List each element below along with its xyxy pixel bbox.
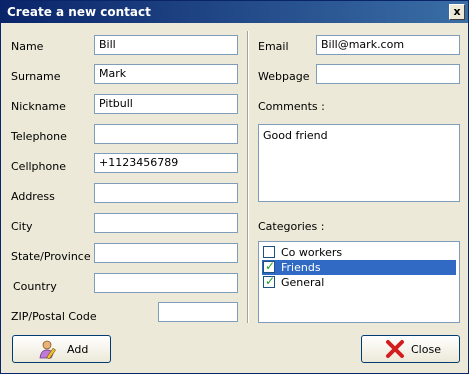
city-field[interactable] <box>94 213 238 233</box>
name-label: Name <box>11 40 44 53</box>
state-field[interactable] <box>94 243 238 263</box>
category-label: Friends <box>281 261 321 274</box>
checkmark-icon: ✓ <box>265 259 276 273</box>
comments-textarea[interactable]: Good friend <box>258 124 460 202</box>
surname-label: Surname <box>11 70 61 83</box>
cellphone-label: Cellphone <box>11 160 66 173</box>
surname-field[interactable]: Mark <box>94 64 238 84</box>
categories-listbox[interactable]: Co workers ✓ Friends ✓ General <box>258 241 460 323</box>
category-item[interactable]: ✓ Friends <box>262 259 456 275</box>
nickname-field[interactable]: Pitbull <box>94 94 238 114</box>
red-x-icon <box>386 340 404 358</box>
telephone-field[interactable] <box>94 124 238 144</box>
category-item[interactable]: Co workers <box>262 245 456 260</box>
zip-field[interactable] <box>158 302 238 322</box>
column-divider <box>247 31 249 323</box>
categories-label: Categories : <box>258 220 325 233</box>
category-item[interactable]: ✓ General <box>262 274 456 290</box>
title-bar: Create a new contact x <box>1 1 468 23</box>
state-label: State/Province <box>11 250 91 263</box>
category-checkbox[interactable]: ✓ <box>263 274 276 288</box>
add-button[interactable]: Add <box>12 335 111 363</box>
category-checkbox[interactable] <box>263 246 275 258</box>
category-label: Co workers <box>281 246 343 259</box>
address-label: Address <box>11 190 55 203</box>
checkmark-icon: ✓ <box>265 274 276 288</box>
contact-dialog: Create a new contact x Name Bill Surname… <box>0 0 469 374</box>
window-title: Create a new contact <box>7 5 151 19</box>
add-button-label: Add <box>67 343 89 356</box>
cellphone-field[interactable]: +1123456789 <box>94 153 238 173</box>
webpage-field[interactable] <box>316 64 460 84</box>
telephone-label: Telephone <box>11 130 67 143</box>
comments-label: Comments : <box>258 100 325 113</box>
category-label: General <box>281 276 325 289</box>
country-label: Country <box>13 280 57 293</box>
nickname-label: Nickname <box>11 100 66 113</box>
name-field[interactable]: Bill <box>94 35 238 55</box>
email-label: Email <box>258 40 289 53</box>
country-field[interactable] <box>94 273 238 293</box>
city-label: City <box>11 220 33 233</box>
user-edit-icon <box>39 340 56 359</box>
zip-label: ZIP/Postal Code <box>11 310 97 323</box>
close-button[interactable]: Close <box>361 335 460 363</box>
close-button-label: Close <box>411 343 441 356</box>
email-field[interactable]: Bill@mark.com <box>316 35 460 55</box>
address-field[interactable] <box>94 183 238 203</box>
window-close-button[interactable]: x <box>449 4 465 20</box>
category-checkbox[interactable]: ✓ <box>263 259 276 273</box>
webpage-label: Webpage <box>258 70 310 83</box>
